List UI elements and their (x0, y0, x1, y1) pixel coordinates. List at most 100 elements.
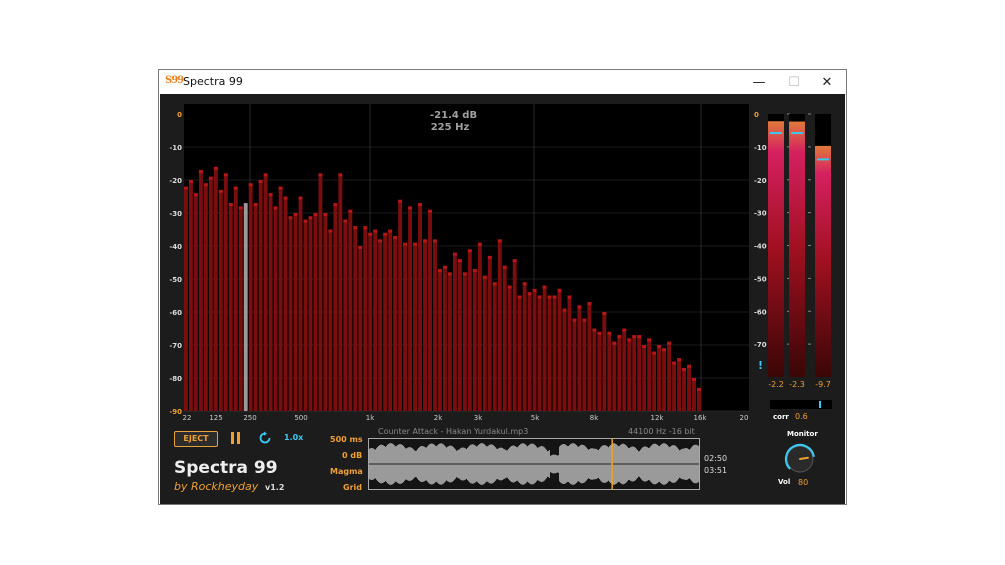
spectrum-bar-cap (343, 219, 348, 223)
spectrum-bar-cap (233, 186, 238, 190)
meter-scale-label: -70 (754, 341, 767, 349)
spectrum-bar (477, 242, 482, 411)
y-tick-label: -60 (169, 309, 182, 317)
spectrum-bar (552, 295, 557, 411)
spectrum-bar (193, 193, 198, 411)
meter-scale-label: 0 (754, 111, 759, 119)
spectrum-bar-cap (408, 206, 413, 210)
spectrum-bar-cap (567, 295, 572, 299)
spectrum-bar (328, 229, 333, 411)
spectrum-bar-cap (547, 295, 552, 299)
x-tick-label: 22 (183, 414, 192, 422)
spectrum-bar-cap (318, 173, 323, 177)
title-bar[interactable]: S99 Spectra 99 — ☐ ✕ (159, 70, 846, 94)
waveform-display[interactable] (368, 438, 700, 490)
y-tick-label: -90 (169, 408, 182, 416)
spectrum-bar-cap (652, 351, 657, 355)
spectrum-bar (218, 189, 223, 411)
correlation-bar (770, 400, 832, 409)
spectrum-bar-cap (602, 312, 607, 315)
spectrum-bar-cap (667, 341, 672, 345)
spectrum-bar-cap (278, 186, 283, 190)
maximize-button[interactable]: ☐ (776, 70, 812, 94)
close-button[interactable]: ✕ (809, 70, 845, 94)
spectrum-bar-cap (423, 239, 427, 243)
spectrum-bar (612, 341, 617, 411)
vol-value: 80 (798, 478, 809, 487)
waveform[interactable] (369, 439, 699, 489)
x-tick-label: 12k (651, 414, 665, 422)
spectrum-bar (577, 305, 582, 411)
spectrum-bar (363, 226, 368, 411)
spectrum-bar-cap (433, 239, 437, 243)
brand-byline: by Rockheyday (174, 480, 258, 493)
eject-button[interactable]: EJECT (174, 431, 218, 447)
corr-label: corr (773, 413, 789, 421)
spectrum-bar-cap (507, 285, 512, 289)
pause-icon[interactable] (231, 432, 241, 444)
spectrum-bar-cap (358, 246, 363, 249)
spectrum-bar-cap (283, 196, 288, 200)
meter-fill (815, 145, 831, 377)
warning-icon: ! (758, 359, 763, 372)
refresh-icon[interactable] (258, 431, 272, 445)
y-tick-label: 0 (177, 111, 182, 119)
meter-readout: -2.3 (789, 380, 805, 389)
spectrum-bar-cap (637, 335, 642, 339)
spectrum-bar-cap (403, 242, 408, 246)
meter-tick (808, 310, 811, 312)
minimize-button[interactable]: — (741, 70, 777, 94)
spectrum-analyzer[interactable]: 0 -10 -20 -30 -40 -50 -60 -70 -80 -9022 125 250 500 1… (162, 104, 749, 424)
gain-option[interactable]: 0 dB (342, 451, 362, 460)
spectrum-bar (223, 173, 228, 411)
spectrum-bar-cap (303, 219, 308, 223)
spectrum-bar (333, 203, 338, 411)
spectrum-bar-cap (188, 180, 193, 183)
spectrum-bar-cap (692, 378, 696, 381)
spectrum-bar (208, 176, 213, 411)
brand-title: Spectra 99 (174, 458, 278, 478)
spectrum-bar (423, 239, 427, 411)
spectrum-bar-cap (228, 203, 233, 207)
spectrum-bar (567, 295, 572, 411)
volume-knob[interactable] (784, 443, 816, 475)
spectrum-bar-cap (393, 236, 398, 240)
meter-tick (808, 245, 811, 246)
spectrum-bar (353, 226, 358, 411)
spectrum-bar (472, 269, 477, 411)
plugin-panel: 0 -10 -20 -30 -40 -50 -60 -70 -80 -90 22 125 250 500 1… (160, 94, 845, 504)
spectrum-bar-cap (398, 199, 403, 203)
spectrum-bar (547, 295, 552, 411)
monitor-label: Monitor (787, 430, 818, 438)
spectrum-bar (622, 328, 627, 411)
color-scheme-option[interactable]: Magma (330, 467, 363, 476)
spectrum-bar-cap (622, 328, 627, 332)
meter-scale-label: -40 (754, 243, 767, 251)
window-time-option[interactable]: 500 ms (330, 435, 363, 444)
spectrum-bar-cap (697, 387, 701, 391)
app-window: S99 Spectra 99 — ☐ ✕ 0 -10 -20 -30 -40 -50 -60… (158, 69, 847, 505)
spectrum-bar-cap (378, 239, 383, 243)
spectrum-bar (542, 285, 547, 411)
y-tick-label: -40 (169, 243, 182, 251)
y-tick-label: -20 (169, 177, 182, 185)
spectrum-bar-cap (657, 345, 662, 348)
spectrum-bar-cap (363, 226, 368, 230)
spectrum-bar (602, 312, 607, 411)
spectrum-bar-cap (572, 318, 577, 322)
spectrum-bar (642, 345, 647, 411)
spectrum-bar (348, 209, 353, 411)
spectrum-bar (408, 206, 413, 411)
spectrum-bar (184, 186, 188, 411)
grid-option[interactable]: Grid (343, 483, 362, 492)
spectrum-bar-cap (293, 213, 298, 216)
meter-scale-label: -20 (754, 177, 767, 185)
spectrum-bar-cap (208, 176, 213, 180)
spectrum-bar-cap (452, 252, 457, 256)
speed-button[interactable]: 1.0x (284, 433, 303, 442)
meter-tick (808, 179, 811, 181)
spectrum-bar-cap (333, 203, 338, 207)
spectrum-bar (582, 318, 587, 411)
y-tick-label: -80 (169, 375, 182, 383)
spectrum-bar-cap (467, 249, 472, 253)
